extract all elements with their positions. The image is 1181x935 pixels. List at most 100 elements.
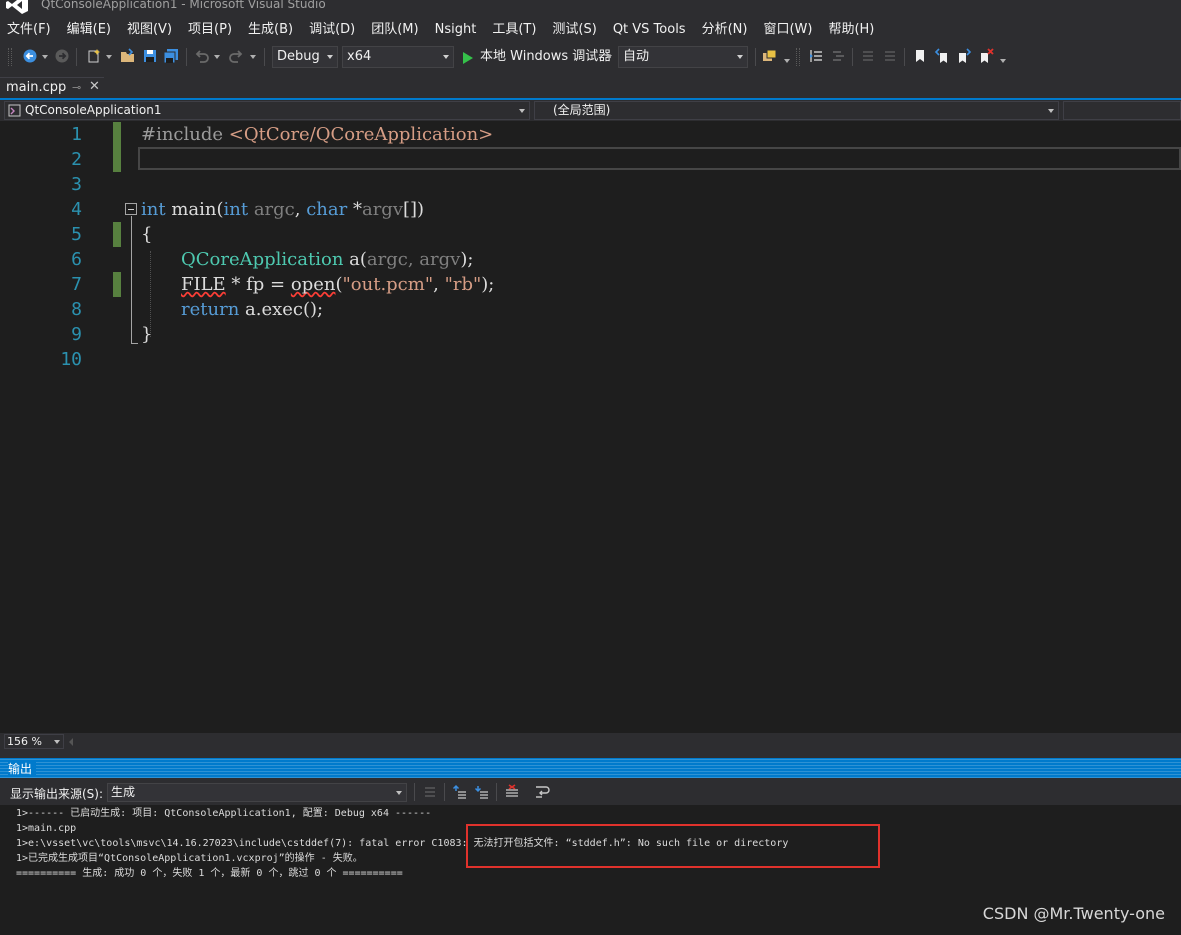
- debug-target-dropdown-icon[interactable]: [606, 55, 612, 59]
- output-source-dropdown[interactable]: 生成: [107, 783, 407, 802]
- undo-icon[interactable]: [194, 48, 210, 64]
- toggle-word-wrap-icon[interactable]: [534, 784, 550, 800]
- menu-nsight[interactable]: Nsight: [435, 20, 486, 42]
- scroll-left-icon[interactable]: [69, 738, 73, 746]
- identifier: * fp =: [225, 274, 291, 295]
- previous-message-icon[interactable]: [452, 784, 468, 800]
- error-highlight-box: [466, 824, 880, 868]
- current-line-highlight: [138, 147, 1181, 170]
- project-name: QtConsoleApplication1: [25, 103, 162, 117]
- preprocessor-directive: #include: [141, 124, 229, 145]
- open-file-icon[interactable]: [120, 48, 136, 64]
- toolbar-separator: [444, 783, 445, 801]
- menu-test[interactable]: 测试(S): [552, 20, 605, 42]
- increase-indent-icon[interactable]: [808, 48, 824, 64]
- next-bookmark-icon[interactable]: [956, 48, 972, 64]
- tab-main-cpp[interactable]: main.cpp ⊸ ✕: [0, 77, 104, 98]
- punctuation: ,: [294, 199, 307, 220]
- find-in-files-icon[interactable]: [762, 48, 778, 64]
- project-dropdown[interactable]: QtConsoleApplication1: [4, 101, 530, 120]
- toggle-bookmark-icon[interactable]: [912, 48, 928, 64]
- menu-project[interactable]: 项目(P): [188, 20, 241, 42]
- solution-platform-dropdown[interactable]: x64: [342, 46, 454, 68]
- keyword: char: [306, 199, 348, 220]
- redo-icon[interactable]: [228, 48, 244, 64]
- chevron-down-icon: [396, 791, 402, 795]
- type-name: QCoreApplication: [181, 249, 344, 270]
- comment-out-icon[interactable]: [860, 48, 876, 64]
- collapse-icon[interactable]: [125, 203, 137, 215]
- navigate-back-icon[interactable]: [22, 48, 38, 64]
- change-marker: [113, 122, 121, 147]
- code-line-6: QCoreApplication a(argc, argv);: [181, 247, 473, 272]
- new-project-dropdown-icon[interactable]: [106, 55, 112, 59]
- menu-tools[interactable]: 工具(T): [492, 20, 545, 42]
- scope-dropdown[interactable]: (全局范围): [534, 101, 1059, 120]
- code-line-5: {: [141, 224, 153, 245]
- toolbar-separator: [76, 48, 77, 66]
- parameter: argv: [361, 199, 403, 220]
- line-number-gutter: 1 2 3 4 5 6 7 8 9 10: [30, 121, 82, 733]
- redo-dropdown-icon[interactable]: [250, 55, 256, 59]
- output-line: 1>------ 已启动生成: 项目: QtConsoleApplication…: [16, 808, 432, 819]
- menu-edit[interactable]: 编辑(E): [67, 20, 120, 42]
- toolbar-grip[interactable]: [8, 48, 12, 66]
- menu-team[interactable]: 团队(M): [371, 20, 427, 42]
- menu-help[interactable]: 帮助(H): [828, 20, 883, 42]
- zoom-value: 156 %: [7, 735, 42, 748]
- toolbar-separator: [186, 48, 187, 66]
- output-panel-header[interactable]: 输出: [0, 758, 1181, 778]
- undo-dropdown-icon[interactable]: [214, 55, 220, 59]
- menu-bar: 文件(F) 编辑(E) 视图(V) 项目(P) 生成(B) 调试(D) 团队(M…: [0, 20, 1181, 42]
- member-dropdown[interactable]: [1063, 101, 1181, 120]
- find-dropdown-icon[interactable]: [784, 59, 790, 63]
- change-marker: [113, 147, 121, 172]
- pin-icon[interactable]: ⊸: [72, 81, 81, 94]
- new-project-icon[interactable]: [86, 48, 102, 64]
- menu-analyze[interactable]: 分析(N): [702, 20, 757, 42]
- decrease-indent-icon[interactable]: [830, 48, 846, 64]
- start-debugging-button[interactable]: 本地 Windows 调试器: [460, 46, 611, 68]
- menu-qt-vs-tools[interactable]: Qt VS Tools: [613, 20, 695, 42]
- tab-label: main.cpp: [6, 80, 67, 95]
- menu-build[interactable]: 生成(B): [248, 20, 302, 42]
- debug-mode-dropdown[interactable]: 自动: [618, 46, 748, 68]
- identifier: a(: [343, 249, 367, 270]
- menu-window[interactable]: 窗口(W): [763, 20, 821, 42]
- string-literal: "rb": [444, 274, 482, 295]
- next-message-icon[interactable]: [474, 784, 490, 800]
- navigate-forward-icon[interactable]: [54, 48, 70, 64]
- punctuation: (: [335, 274, 343, 295]
- toolbar-separator: [852, 48, 853, 66]
- project-icon: [8, 104, 21, 117]
- save-icon[interactable]: [142, 48, 158, 64]
- toolbar-separator: [904, 48, 905, 66]
- keyword: int: [141, 199, 166, 220]
- go-to-message-icon[interactable]: [422, 784, 438, 800]
- code-editor[interactable]: 1 2 3 4 5 6 7 8 9 10 #include <QtCore/QC…: [0, 121, 1181, 733]
- chevron-down-icon: [443, 55, 449, 59]
- menu-debug[interactable]: 调试(D): [309, 20, 364, 42]
- toolbar-grip[interactable]: [796, 48, 800, 66]
- clear-bookmarks-icon[interactable]: [978, 48, 994, 64]
- keyword: return: [181, 299, 240, 320]
- standard-toolbar: Debug x64 本地 Windows 调试器 自动: [0, 43, 1181, 71]
- uncomment-icon[interactable]: [882, 48, 898, 64]
- menu-view[interactable]: 视图(V): [127, 20, 181, 42]
- clear-all-icon[interactable]: [504, 784, 520, 800]
- code-line-4: int main(int argc, char *argv[]): [141, 197, 424, 222]
- menu-file[interactable]: 文件(F): [7, 20, 60, 42]
- back-dropdown-icon[interactable]: [42, 55, 48, 59]
- close-icon[interactable]: ✕: [89, 79, 100, 94]
- toolbar-options-icon[interactable]: [1000, 59, 1006, 63]
- line-number: 3: [71, 174, 82, 195]
- zoom-dropdown[interactable]: 156 %: [4, 734, 64, 749]
- code-line-7: FILE * fp = open("out.pcm", "rb");: [181, 272, 494, 297]
- keyword: int: [223, 199, 249, 220]
- previous-bookmark-icon[interactable]: [934, 48, 950, 64]
- chevron-down-icon: [737, 55, 743, 59]
- save-all-icon[interactable]: [163, 48, 179, 64]
- solution-platform-value: x64: [347, 49, 372, 64]
- output-panel-title: 输出: [8, 760, 37, 777]
- solution-configuration-dropdown[interactable]: Debug: [272, 46, 338, 68]
